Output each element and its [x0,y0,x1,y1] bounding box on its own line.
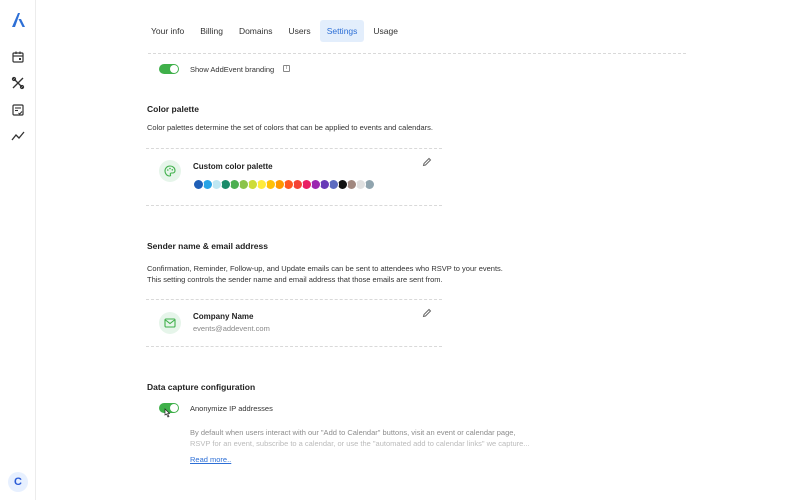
tab-your-info[interactable]: Your info [144,20,191,42]
data-capture-description: By default when users interact with our … [190,427,530,449]
custom-palette-title: Custom color palette [193,162,273,171]
checklist-icon[interactable] [11,103,25,117]
avatar[interactable]: C [8,472,28,492]
pencil-icon[interactable] [422,308,432,318]
tab-users[interactable]: Users [281,20,317,42]
sender-title: Sender name & email address [147,241,268,251]
sender-description: Confirmation, Reminder, Follow-up, and U… [147,263,567,285]
branding-toggle[interactable] [159,64,179,74]
info-icon[interactable]: i [283,65,290,72]
tools-icon[interactable] [11,76,25,90]
read-more-link[interactable]: Read more.. [190,455,231,464]
anonymize-ip-label: Anonymize IP addresses [190,404,273,413]
tab-billing[interactable]: Billing [193,20,230,42]
data-capture-line2: RSVP for an event, subscribe to a calend… [190,439,530,448]
sender-description-line2: This setting controls the sender name an… [147,275,443,284]
pencil-icon[interactable] [422,157,432,167]
divider [148,53,686,54]
palette-icon [159,160,181,182]
sidebar: C [0,0,36,500]
tab-usage[interactable]: Usage [366,20,405,42]
sender-card[interactable]: Company Name events@addevent.com [146,299,442,347]
color-palette-description: Color palettes determine the set of colo… [147,123,434,132]
data-capture-title: Data capture configuration [147,382,256,392]
color-swatch [193,179,204,190]
tab-domains[interactable]: Domains [232,20,280,42]
palette-swatches [193,179,375,190]
analytics-icon[interactable] [11,129,25,143]
sender-description-line1: Confirmation, Reminder, Follow-up, and U… [147,264,503,273]
data-capture-line1: By default when users interact with our … [190,428,516,437]
sender-email: events@addevent.com [193,324,270,333]
tab-settings[interactable]: Settings [319,20,365,42]
addevent-logo[interactable] [9,11,27,29]
tab-bar: Your info Billing Domains Users Settings… [144,20,405,42]
color-palette-title: Color palette [147,104,199,114]
calendar-icon[interactable] [11,50,25,64]
cursor-icon [164,408,171,418]
sender-name: Company Name [193,312,254,321]
branding-label: Show AddEvent branding [190,65,275,74]
color-palette-card[interactable]: Custom color palette [146,148,442,206]
mail-icon [159,312,181,334]
